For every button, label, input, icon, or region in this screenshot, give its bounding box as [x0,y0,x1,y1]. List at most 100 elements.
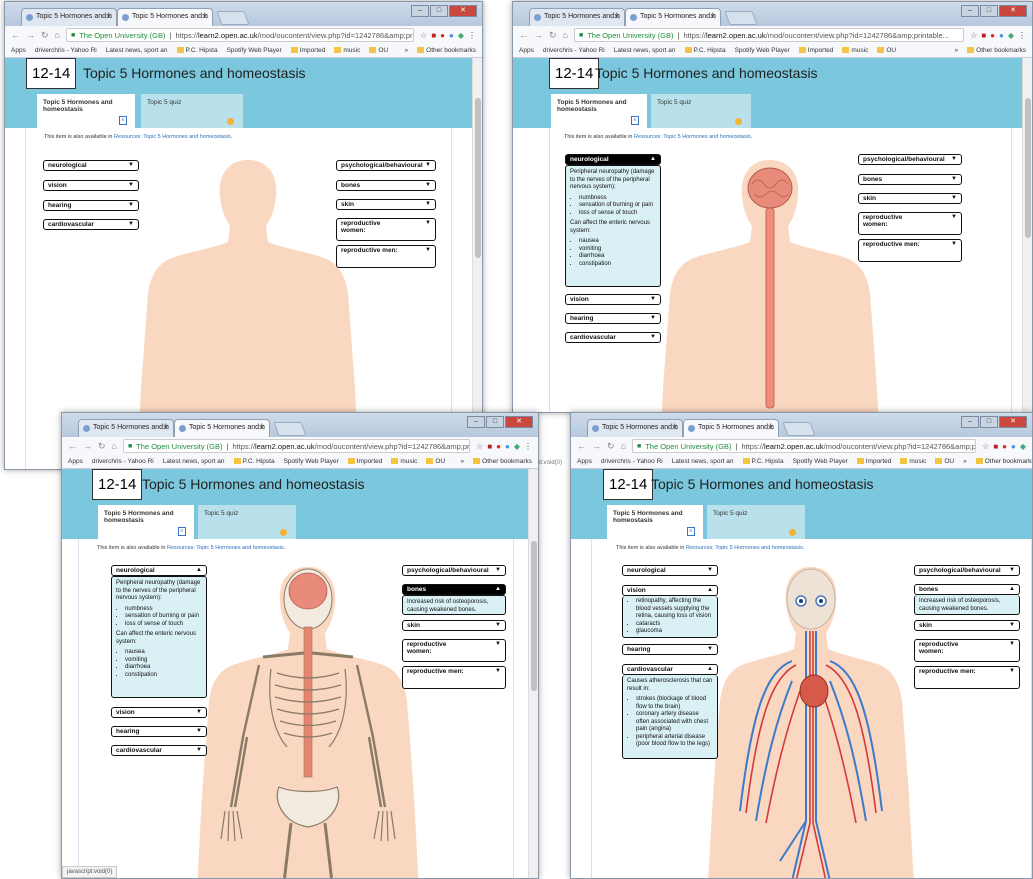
maximize-button[interactable]: □ [430,5,448,17]
bookmark-music[interactable]: music [900,458,926,465]
bookmark-apps[interactable]: Apps [577,458,592,465]
neurological-toggle[interactable]: neurological ▲ [111,565,207,576]
maximize-button[interactable]: □ [980,416,998,428]
bookmark-spotify[interactable]: Spotify Web Player [793,458,848,465]
forward-icon[interactable]: → [592,441,601,451]
bookmark-spotify[interactable]: Spotify Web Player [735,47,790,54]
tab-quiz[interactable]: Topic 5 quiz [651,94,751,128]
neurological-toggle[interactable]: neurological ▼ [622,565,718,576]
minimize-button[interactable]: – [961,416,979,428]
shield-icon[interactable]: ◆ [514,442,520,451]
reload-icon[interactable]: ↻ [549,30,557,41]
forward-icon[interactable]: → [534,30,543,40]
browser-tab[interactable]: Topic 5 Hormones and h ✕ [529,8,625,26]
vision-toggle[interactable]: vision ▼ [43,180,139,191]
back-icon[interactable]: ← [11,30,20,40]
opera-extension-icon[interactable]: ● [440,31,445,40]
resources-link[interactable]: Resources: Topic 5 Hormones and homeosta… [167,545,284,551]
cardiovascular-toggle[interactable]: cardiovascular ▼ [565,332,661,343]
skin-toggle[interactable]: skin ▼ [914,620,1020,631]
bookmark-imported[interactable]: Imported [856,458,891,465]
pdf-extension-icon[interactable]: ■ [431,31,436,40]
bones-toggle[interactable]: bones ▲ [914,584,1020,595]
psychological-toggle[interactable]: psychological/behavioural ▼ [402,565,506,576]
opera-extension-icon[interactable]: ● [1002,442,1007,451]
reload-icon[interactable]: ↻ [41,30,49,41]
bookmark-yahoo[interactable]: driverchris - Yahoo Ri [92,458,154,465]
skin-toggle[interactable]: skin ▼ [336,199,436,210]
bookmark-news[interactable]: Latest news, sport an [106,47,168,54]
close-tab-icon[interactable]: ✕ [162,423,169,432]
close-tab-icon[interactable]: ✕ [613,12,620,21]
neurological-toggle[interactable]: neurological ▼ [43,160,139,171]
star-icon[interactable]: ☆ [420,31,427,40]
vision-toggle[interactable]: vision ▲ [622,585,718,596]
bookmark-other[interactable]: Other bookmarks [473,458,532,465]
new-tab-button[interactable] [216,11,250,25]
cardiovascular-toggle[interactable]: cardiovascular ▲ [622,664,718,675]
star-icon[interactable]: ☆ [970,31,977,40]
bookmark-apps[interactable]: Apps [68,458,83,465]
bookmark-ou[interactable]: OU [877,47,896,54]
psychological-toggle[interactable]: psychological/behavioural ▼ [858,154,962,165]
bookmark-music[interactable]: music [334,47,360,54]
bookmark-other[interactable]: Other bookmarks [967,47,1026,54]
address-bar[interactable]: ■ The Open University (GB) | https://learn2… [631,439,977,453]
browser-tab[interactable]: Topic 5 Hormones and h ✕ [78,419,174,437]
back-icon[interactable]: ← [519,30,528,40]
bookmark-ou[interactable]: OU [935,458,954,465]
bookmark-imported[interactable]: Imported [798,47,833,54]
hearing-toggle[interactable]: hearing ▼ [622,644,718,655]
menu-icon[interactable]: ⋮ [468,31,476,40]
psychological-toggle[interactable]: psychological/behavioural ▼ [336,160,436,171]
bookmark-news[interactable]: Latest news, sport an [614,47,676,54]
vertical-scrollbar[interactable] [472,58,482,469]
bookmark-music[interactable]: music [391,458,417,465]
bones-toggle[interactable]: bones ▼ [336,180,436,191]
hearing-toggle[interactable]: hearing ▼ [111,726,207,737]
close-window-button[interactable]: ✕ [999,5,1027,17]
shield-icon[interactable]: ◆ [1020,442,1026,451]
hearing-toggle[interactable]: hearing ▼ [565,313,661,324]
address-bar[interactable]: ■ The Open University (GB) | https://learn2… [122,439,471,453]
bookmark-overflow[interactable]: » [963,458,967,465]
maximize-button[interactable]: □ [980,5,998,17]
maximize-button[interactable]: □ [486,416,504,428]
star-icon[interactable]: ☆ [982,442,989,451]
forward-icon[interactable]: → [83,441,92,451]
bookmark-overflow[interactable]: » [461,458,465,465]
browser-tab-active[interactable]: Topic 5 Hormones and h ✕ [117,8,213,26]
new-tab-button[interactable] [273,422,307,436]
home-icon[interactable]: ⌂ [621,441,626,451]
address-bar[interactable]: ■ The Open University (GB) | https://learn2… [65,28,415,42]
back-icon[interactable]: ← [68,441,77,451]
home-icon[interactable]: ⌂ [112,441,117,451]
minimize-button[interactable]: – [961,5,979,17]
extension-icon[interactable]: ● [449,31,454,40]
minimize-button[interactable]: – [411,5,429,17]
tab-quiz[interactable]: Topic 5 quiz [707,505,805,539]
bookmark-hipsta[interactable]: P.C. Hipsta [684,47,726,54]
vertical-scrollbar[interactable] [1022,58,1032,412]
bookmark-yahoo[interactable]: driverchris - Yahoo Ri [35,47,97,54]
skin-toggle[interactable]: skin ▼ [402,620,506,631]
bookmark-yahoo[interactable]: driverchris - Yahoo Ri [543,47,605,54]
back-icon[interactable]: ← [577,441,586,451]
bookmark-overflow[interactable]: » [955,47,959,54]
bookmark-hipsta[interactable]: P.C. Hipsta [233,458,275,465]
menu-icon[interactable]: ⋮ [524,442,532,451]
vision-toggle[interactable]: vision ▼ [111,707,207,718]
reproductive-men-toggle[interactable]: reproductive men: ▼ [914,666,1020,689]
new-tab-button[interactable] [782,422,816,436]
bookmark-imported[interactable]: Imported [290,47,325,54]
browser-tab-active[interactable]: Topic 5 Hormones and h ✕ [174,419,270,437]
tab-hormones[interactable]: Topic 5 Hormones and homeostasis ≡ [37,94,135,128]
bookmark-spotify[interactable]: Spotify Web Player [227,47,282,54]
close-tab-icon[interactable]: ✕ [201,12,208,21]
extension-icon[interactable]: ● [999,31,1004,40]
bookmark-apps[interactable]: Apps [519,47,534,54]
bookmark-other[interactable]: Other bookmarks [975,458,1032,465]
bookmark-news[interactable]: Latest news, sport an [672,458,734,465]
scrollbar-thumb[interactable] [475,98,481,258]
reproductive-women-toggle[interactable]: reproductive women: ▼ [336,218,436,241]
